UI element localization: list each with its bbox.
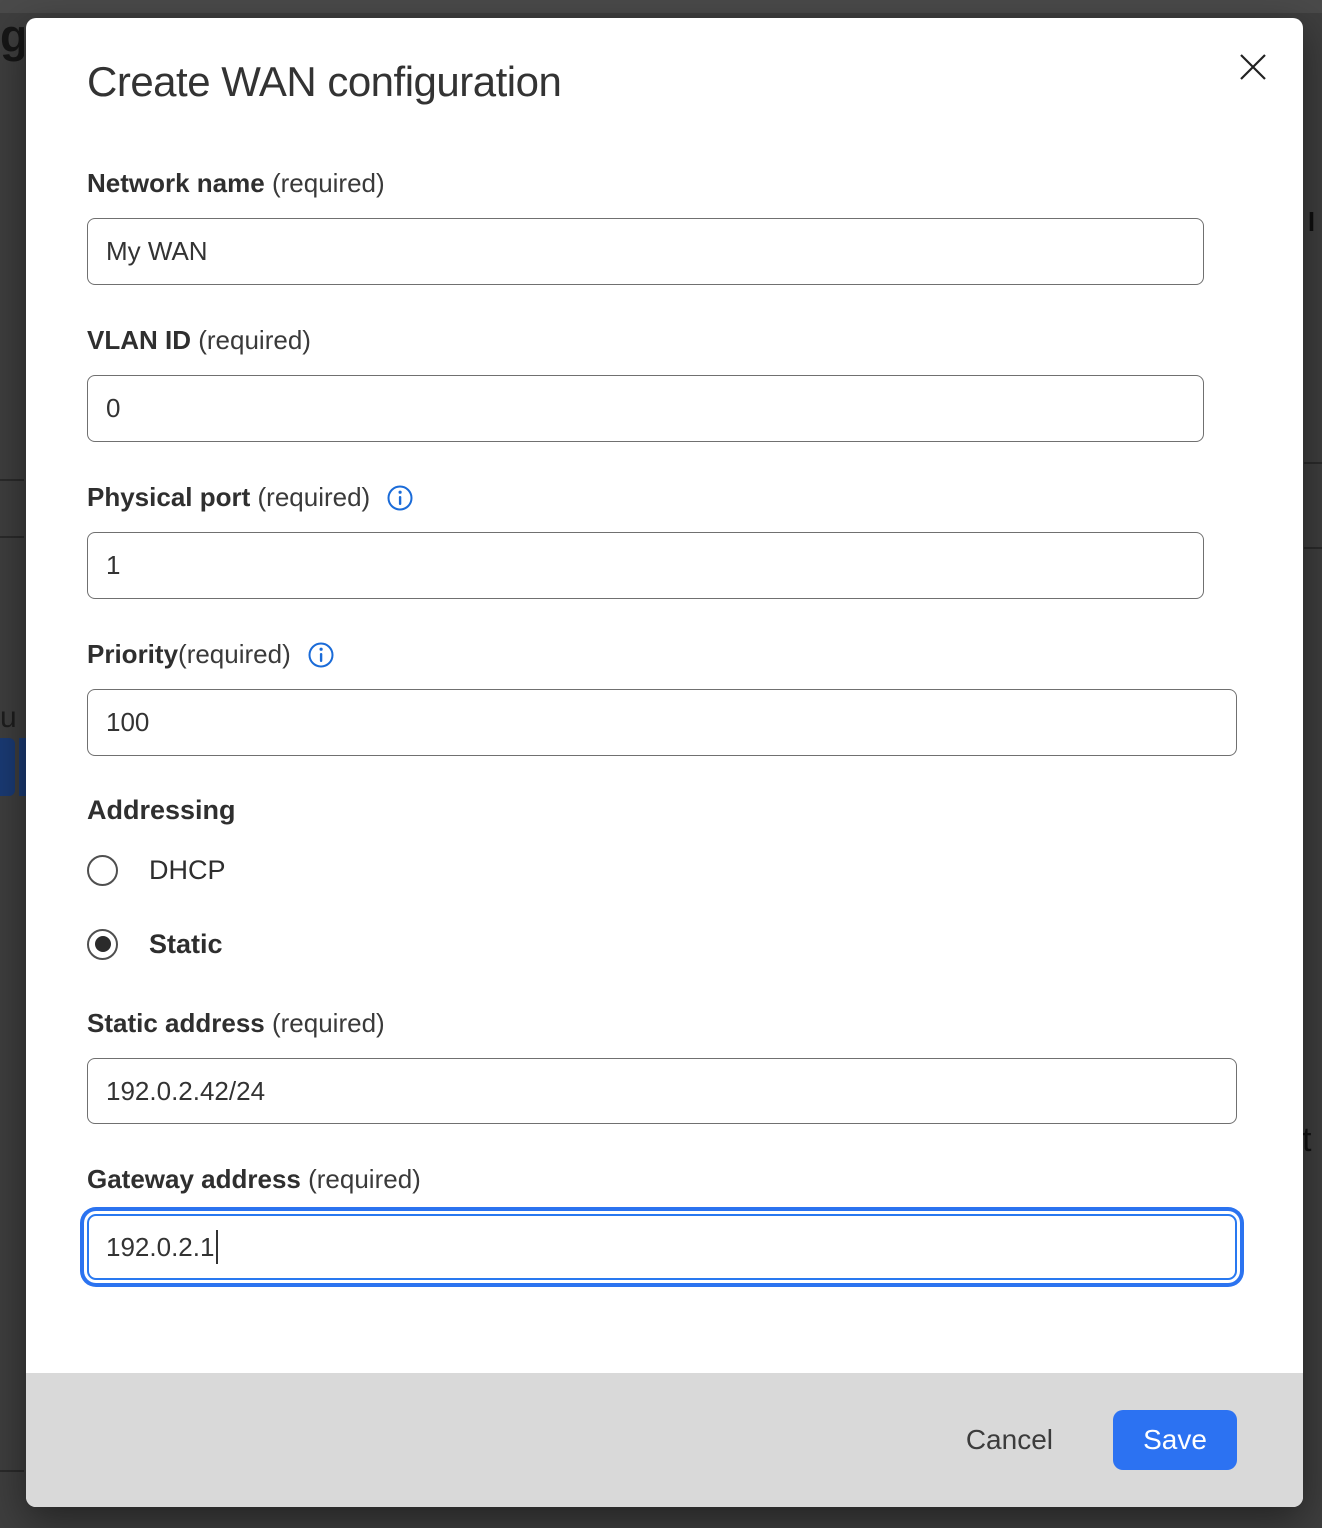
addressing-heading: Addressing [87,795,236,826]
radio-option-static[interactable]: Static [87,928,223,960]
gateway-address-input[interactable]: 192.0.2.1 [87,1214,1237,1280]
required-text: (required) [265,168,385,199]
create-wan-dialog: Create WAN configuration Network name (r… [26,18,1303,1507]
label-text: Priority [87,639,178,670]
vlan-id-input[interactable] [87,375,1204,442]
background-button-fragment [19,738,26,796]
background-top-band [0,0,1322,13]
gateway-address-group: Gateway address (required) 192.0.2.1 [87,1164,1237,1280]
text-caret [216,1230,218,1264]
network-name-group: Network name (required) [87,168,1204,285]
static-address-group: Static address (required) [87,1008,1237,1124]
section-heading-text: Addressing [87,795,236,826]
physical-port-input[interactable] [87,532,1204,599]
screen-overlay: g u t l t Create WAN configuration Netwo… [0,0,1322,1528]
physical-port-label: Physical port (required) [87,482,1204,513]
label-text: VLAN ID [87,325,191,356]
background-button-fragment [0,738,15,796]
priority-group: Priority(required) [87,639,1237,756]
background-table-line [0,536,24,538]
save-button[interactable]: Save [1113,1410,1237,1470]
info-icon[interactable] [307,641,335,669]
required-text: (required) [178,639,291,670]
background-table-line [0,479,24,481]
gateway-address-label: Gateway address (required) [87,1164,1237,1195]
label-text: Network name [87,168,265,199]
required-text: (required) [301,1164,421,1195]
static-address-input[interactable] [87,1058,1237,1124]
required-text: (required) [265,1008,385,1039]
priority-input[interactable] [87,689,1237,756]
background-text-fragment: u [0,698,22,738]
info-icon[interactable] [386,484,414,512]
dialog-footer: Cancel Save [26,1373,1303,1507]
cancel-button[interactable]: Cancel [954,1416,1065,1464]
radio-label: Static [149,929,223,960]
background-text-fragment: t l [1300,205,1322,239]
background-text-fragment: g [0,0,24,72]
physical-port-group: Physical port (required) [87,482,1204,599]
network-name-input[interactable] [87,218,1204,285]
priority-label: Priority(required) [87,639,1237,670]
close-icon [1238,52,1268,82]
vlan-id-group: VLAN ID (required) [87,325,1204,442]
radio-button-icon[interactable] [87,929,118,960]
vlan-id-label: VLAN ID (required) [87,325,1204,356]
radio-label: DHCP [149,855,226,886]
close-button[interactable] [1230,44,1276,90]
required-text: (required) [250,482,370,513]
dialog-title: Create WAN configuration [87,56,561,108]
static-address-label: Static address (required) [87,1008,1237,1039]
background-table-line [0,1470,24,1472]
network-name-label: Network name (required) [87,168,1204,199]
required-text: (required) [191,325,311,356]
gateway-address-value: 192.0.2.1 [106,1232,214,1263]
label-text: Physical port [87,482,250,513]
radio-option-dhcp[interactable]: DHCP [87,854,226,886]
label-text: Static address [87,1008,265,1039]
radio-button-icon[interactable] [87,855,118,886]
background-table-line [1304,547,1322,549]
background-text-fragment: t [1302,1118,1322,1162]
label-text: Gateway address [87,1164,301,1195]
background-table-line [1304,462,1322,464]
